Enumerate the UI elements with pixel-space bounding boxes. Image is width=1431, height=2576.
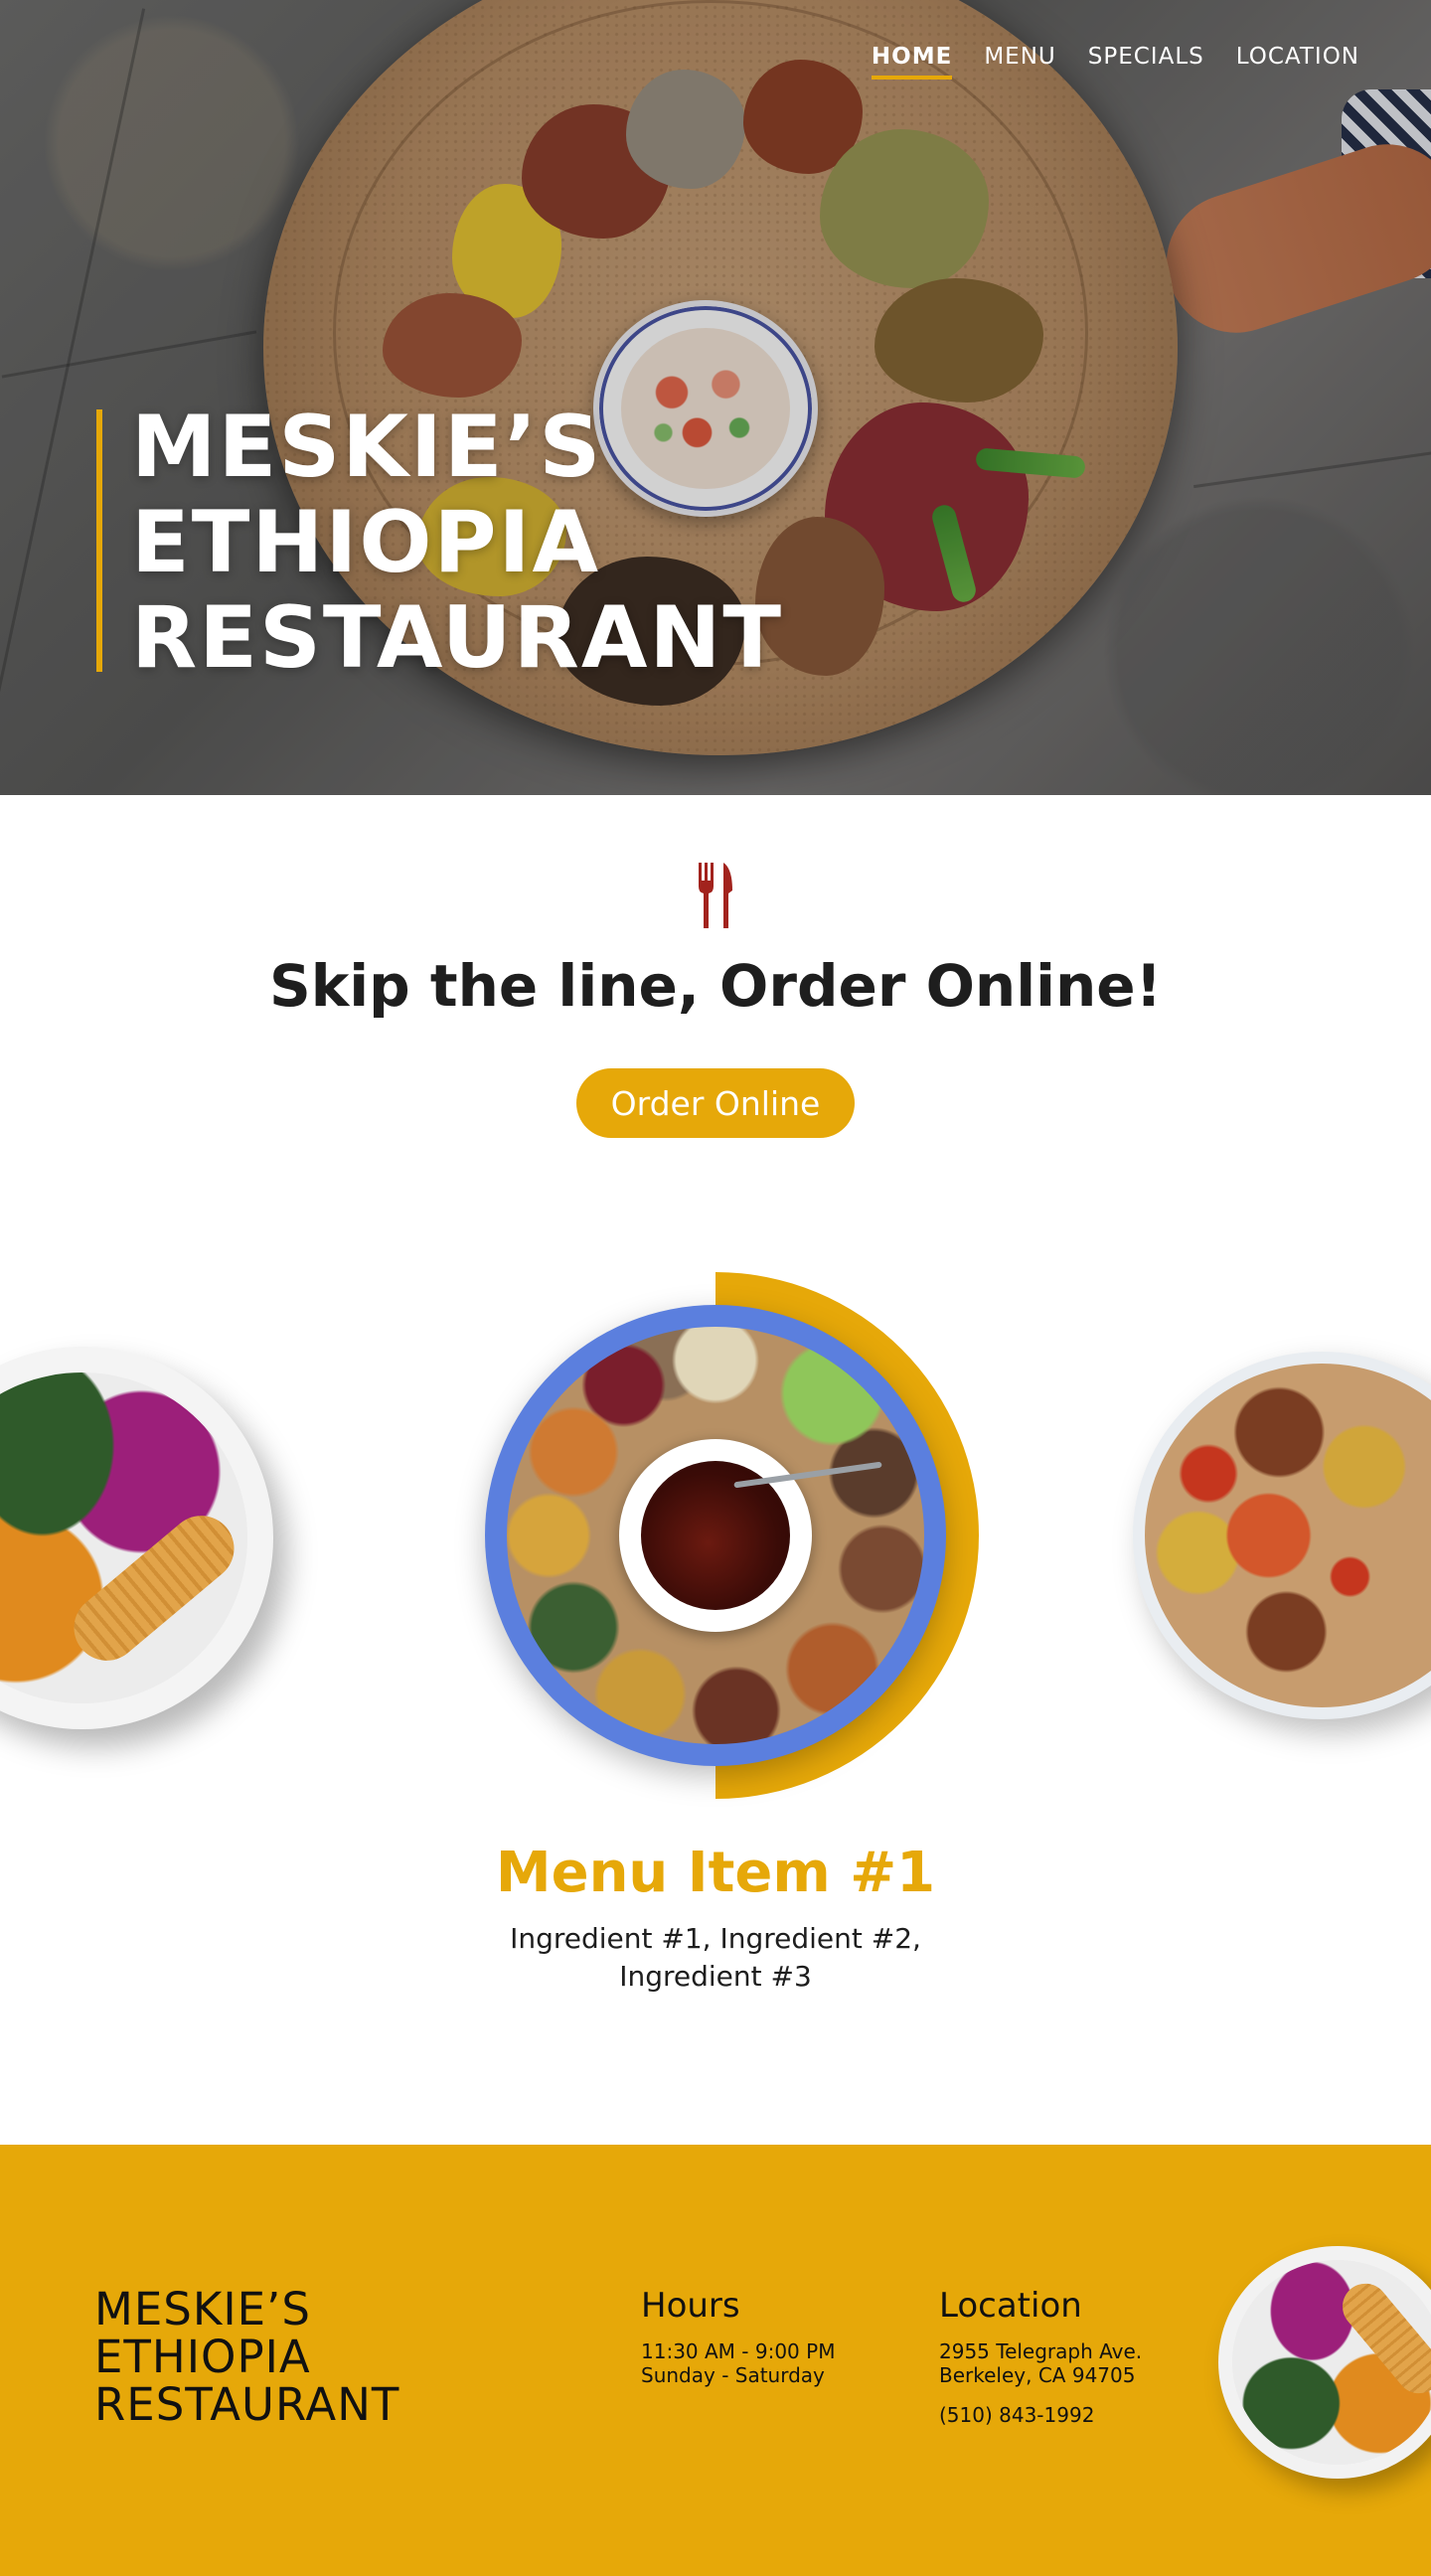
- hero-title-line: RESTAURANT: [131, 588, 784, 688]
- carousel-prev-dish[interactable]: [0, 1347, 273, 1729]
- location-city: Berkeley, CA 94705: [939, 2363, 1136, 2387]
- hero-title-line: ETHIOPIA: [131, 493, 601, 592]
- hours-time: 11:30 AM - 9:00 PM: [641, 2339, 836, 2363]
- nav-item-location[interactable]: LOCATION: [1236, 44, 1359, 70]
- site-footer: MESKIE’S ETHIOPIA RESTAURANT Hours 11:30…: [0, 2145, 1431, 2576]
- main-nav: HOME MENU SPECIALS LOCATION: [871, 44, 1359, 80]
- footer-brand: MESKIE’S ETHIOPIA RESTAURANT: [94, 2286, 399, 2429]
- menu-carousel: Menu Item #1 Ingredient #1, Ingredient #…: [0, 1252, 1431, 2067]
- hero-title-line: MESKIE’S: [131, 398, 603, 497]
- nav-item-menu[interactable]: MENU: [984, 44, 1055, 70]
- hero-title: MESKIE’S ETHIOPIA RESTAURANT: [131, 400, 783, 686]
- footer-brand-line: RESTAURANT: [94, 2378, 400, 2431]
- hours-heading: Hours: [641, 2286, 740, 2326]
- menu-item-title: Menu Item #1: [495, 1841, 936, 1905]
- utensils-icon: [699, 863, 732, 928]
- nav-item-specials[interactable]: SPECIALS: [1088, 44, 1204, 70]
- carousel-active-dish[interactable]: [485, 1305, 946, 1766]
- carousel-next-dish[interactable]: [1133, 1352, 1431, 1719]
- order-online-heading: Skip the line, Order Online!: [268, 952, 1163, 1020]
- location-street: 2955 Telegraph Ave.: [939, 2339, 1143, 2363]
- footer-hours: Hours 11:30 AM - 9:00 PM Sunday - Saturd…: [641, 2286, 835, 2387]
- hero-section: HOME MENU SPECIALS LOCATION MESKIE’S ETH…: [0, 0, 1431, 795]
- nav-item-home[interactable]: HOME: [871, 44, 953, 80]
- footer-location: Location 2955 Telegraph Ave. Berkeley, C…: [939, 2286, 1142, 2427]
- menu-item-ingredients: Ingredient #1, Ingredient #2, Ingredient…: [510, 1922, 921, 1993]
- hero-title-accent-bar: [96, 409, 102, 672]
- footer-dish-image: [1218, 2246, 1431, 2479]
- footer-brand-line: MESKIE’S: [94, 2283, 311, 2335]
- order-online-button[interactable]: Order Online: [576, 1068, 855, 1138]
- footer-brand-line: ETHIOPIA: [94, 2331, 311, 2383]
- stew-bowl: [619, 1439, 812, 1632]
- location-phone[interactable]: (510) 843-1992: [939, 2403, 1142, 2427]
- location-heading: Location: [939, 2286, 1082, 2326]
- hours-days: Sunday - Saturday: [641, 2363, 825, 2387]
